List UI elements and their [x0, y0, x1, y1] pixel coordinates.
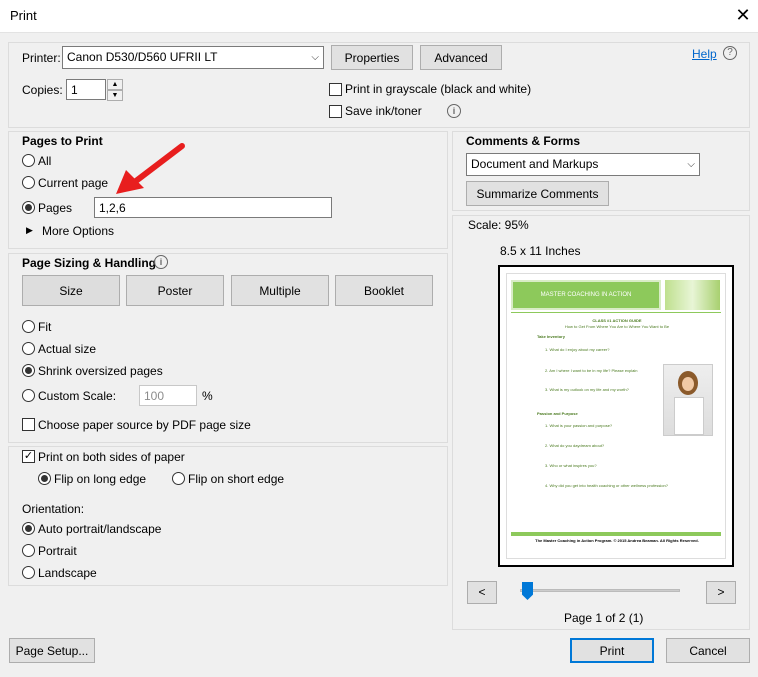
copies-down-icon[interactable]: ▼	[107, 90, 123, 101]
radio-landscape[interactable]	[22, 566, 35, 579]
radio-flip-long-edge-label: Flip on long edge	[54, 472, 147, 486]
comments-forms-heading: Comments & Forms	[466, 134, 581, 148]
chevron-down-icon: ⌵	[687, 159, 695, 170]
scale-readout: Scale: 95%	[468, 218, 529, 232]
printer-select[interactable]: Canon D530/D560 UFRII LT ⌵	[62, 46, 324, 69]
chevron-down-icon: ⌵	[311, 52, 319, 63]
page-slider-track[interactable]	[520, 589, 680, 592]
page-setup-button[interactable]: Page Setup...	[9, 638, 95, 663]
pages-to-print-heading: Pages to Print	[22, 134, 103, 148]
radio-shrink-oversized-label: Shrink oversized pages	[38, 364, 163, 378]
save-ink-checkbox[interactable]	[329, 105, 342, 118]
radio-current-page-label: Current page	[38, 176, 109, 190]
printer-select-value: Canon D530/D560 UFRII LT	[67, 50, 218, 64]
help-link[interactable]: Help	[692, 46, 717, 62]
radio-flip-long-edge[interactable]	[38, 472, 51, 485]
grayscale-label: Print in grayscale (black and white)	[345, 82, 532, 96]
doc-section-2: Passion and Purpose	[537, 411, 578, 416]
grayscale-checkbox[interactable]	[329, 83, 342, 96]
doc-question: 1. What is your passion and purpose?	[545, 423, 613, 428]
radio-flip-short-edge[interactable]	[172, 472, 185, 485]
doc-heading: CLASS #1 ACTION GUIDE	[592, 318, 642, 323]
page-indicator: Page 1 of 2 (1)	[564, 611, 644, 625]
doc-question: 3. What is my outlook on my life and my …	[545, 387, 629, 392]
doc-divider	[511, 312, 721, 313]
save-ink-label: Save ink/toner	[345, 104, 422, 118]
radio-actual-size-label: Actual size	[38, 342, 97, 356]
radio-pages[interactable]	[22, 201, 35, 214]
radio-shrink-oversized[interactable]	[22, 364, 35, 377]
next-page-button[interactable]: >	[706, 581, 736, 604]
comments-forms-select[interactable]: Document and Markups ⌵	[466, 153, 700, 176]
radio-portrait-label: Portrait	[38, 544, 77, 558]
advanced-button[interactable]: Advanced	[420, 45, 502, 70]
doc-footer-text: The Master Coaching in Action Program. ©…	[535, 538, 699, 543]
tab-size[interactable]: Size	[22, 275, 120, 306]
expand-triangle-icon[interactable]: ▶	[26, 222, 33, 238]
radio-actual-size[interactable]	[22, 342, 35, 355]
prev-page-button[interactable]: <	[467, 581, 497, 604]
radio-custom-scale-label: Custom Scale:	[38, 389, 117, 403]
doc-section-1: Take Inventory	[537, 334, 565, 339]
summarize-comments-button[interactable]: Summarize Comments	[466, 181, 609, 206]
sizing-info-icon[interactable]: i	[154, 255, 168, 269]
copies-label: Copies:	[22, 83, 63, 97]
doc-banner-image	[665, 280, 720, 310]
percent-label: %	[202, 389, 213, 403]
tab-booklet[interactable]: Booklet	[335, 275, 433, 306]
doc-question: 2. Am I where I want to be in my life? P…	[545, 368, 638, 373]
radio-auto-orientation-label: Auto portrait/landscape	[38, 522, 162, 536]
radio-all[interactable]	[22, 154, 35, 167]
copies-up-icon[interactable]: ▲	[107, 79, 123, 90]
doc-photo	[663, 364, 713, 436]
doc-banner: MASTER COACHING IN ACTION	[511, 280, 661, 310]
info-icon[interactable]: i	[447, 104, 461, 118]
pages-range-input[interactable]: 1,2,6	[94, 197, 332, 218]
window-title: Print	[10, 8, 37, 23]
both-sides-label: Print on both sides of paper	[38, 450, 185, 464]
radio-portrait[interactable]	[22, 544, 35, 557]
radio-all-label: All	[38, 154, 52, 168]
properties-button[interactable]: Properties	[331, 45, 413, 70]
more-options-toggle[interactable]: More Options	[42, 223, 114, 239]
doc-question: 2. What do you daydream about?	[545, 443, 605, 448]
doc-question: 1. What do I enjoy about my career?	[545, 347, 610, 352]
radio-auto-orientation[interactable]	[22, 522, 35, 535]
radio-current-page[interactable]	[22, 176, 35, 189]
doc-question: 3. Who or what inspires you?	[545, 463, 597, 468]
paper-source-checkbox[interactable]	[22, 418, 35, 431]
radio-custom-scale[interactable]	[22, 389, 35, 402]
custom-scale-input[interactable]: 100	[139, 385, 197, 406]
page-sizing-heading: Page Sizing & Handling	[22, 256, 157, 270]
radio-pages-label: Pages	[38, 201, 73, 215]
radio-flip-short-edge-label: Flip on short edge	[188, 472, 285, 486]
radio-fit[interactable]	[22, 320, 35, 333]
tab-multiple[interactable]: Multiple	[231, 275, 329, 306]
doc-question: 4. Why did you get into health coaching …	[545, 483, 668, 488]
copies-input[interactable]: 1	[66, 79, 106, 100]
cancel-button[interactable]: Cancel	[666, 638, 750, 663]
close-icon[interactable]: ✕	[732, 4, 754, 26]
help-icon[interactable]: ?	[723, 46, 737, 60]
orientation-heading: Orientation:	[22, 502, 85, 516]
doc-footer-bar	[511, 532, 721, 536]
preview-page: MASTER COACHING IN ACTION CLASS #1 ACTIO…	[506, 273, 726, 559]
paper-source-label: Choose paper source by PDF page size	[38, 418, 251, 432]
radio-landscape-label: Landscape	[38, 566, 97, 580]
radio-fit-label: Fit	[38, 320, 52, 334]
print-button[interactable]: Print	[570, 638, 654, 663]
annotation-arrow-icon	[116, 143, 185, 194]
preview-frame: MASTER COACHING IN ACTION CLASS #1 ACTIO…	[498, 265, 734, 567]
doc-subheading: How to Get From Where You Are to Where Y…	[564, 324, 670, 329]
tab-poster[interactable]: Poster	[126, 275, 224, 306]
title-bar: Print ✕	[0, 0, 758, 32]
printer-label: Printer:	[22, 51, 61, 65]
paper-size-readout: 8.5 x 11 Inches	[500, 244, 581, 258]
comments-forms-value: Document and Markups	[471, 157, 599, 171]
both-sides-checkbox[interactable]: ✓	[22, 450, 35, 463]
